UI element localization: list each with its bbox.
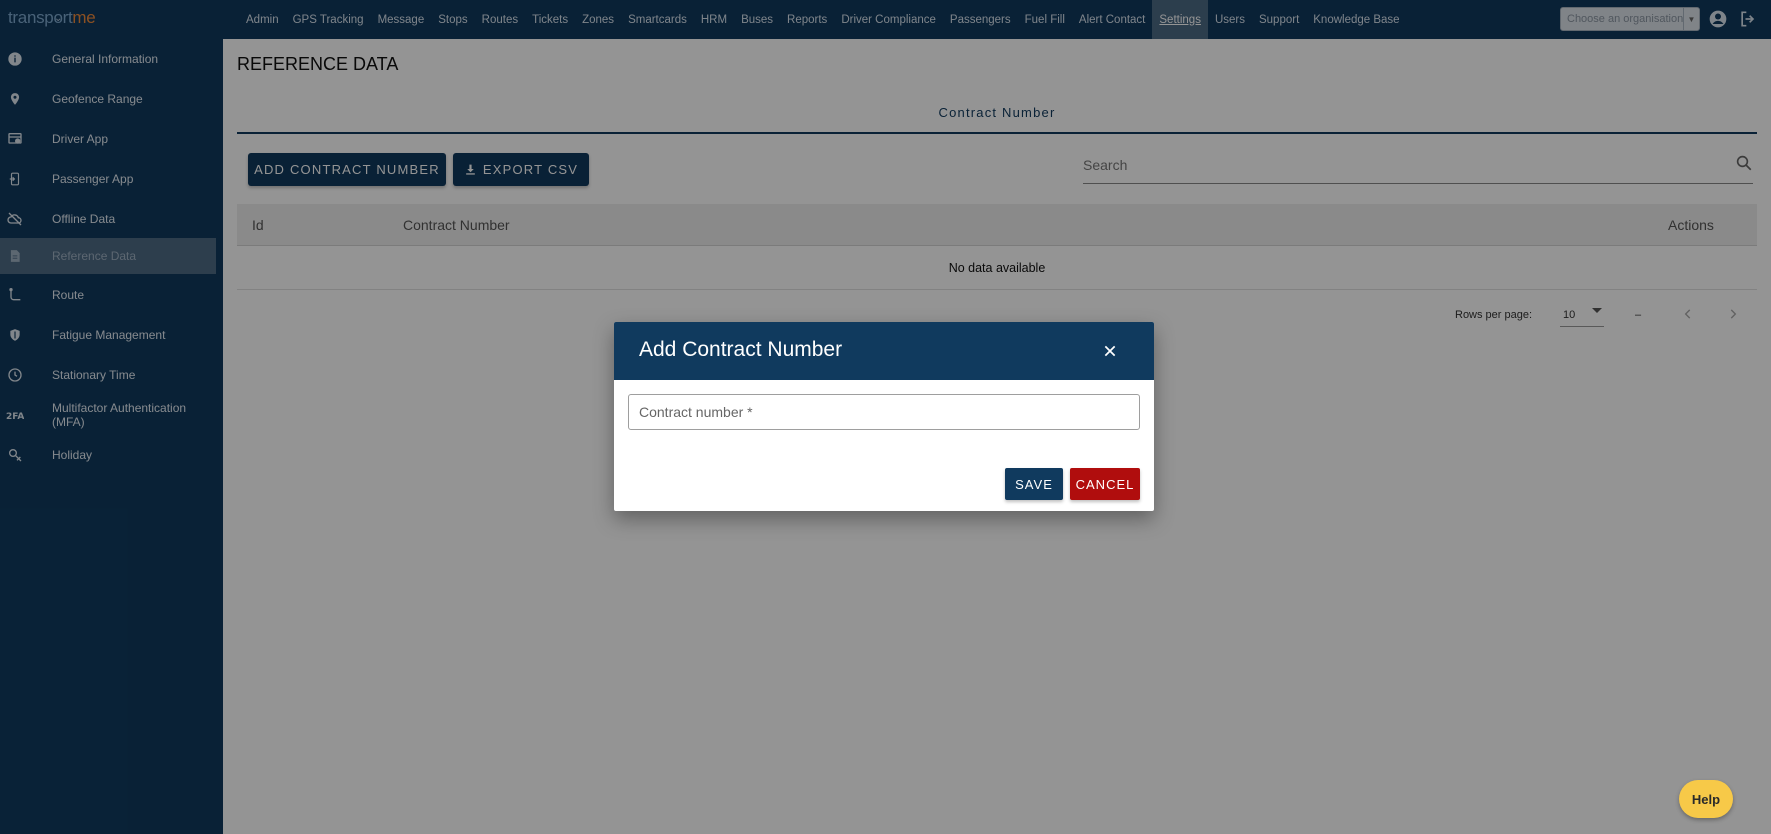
add-contract-number-dialog: Add Contract Number Save Cancel [614,322,1154,511]
close-icon[interactable] [1098,339,1122,363]
help-button-label: Help [1691,791,1721,807]
help-button[interactable]: Help [1679,780,1733,818]
save-button[interactable]: Save [1005,468,1063,500]
dialog-header: Add Contract Number [614,322,1154,380]
cancel-button-label: Cancel [1075,476,1135,492]
contract-number-field [628,394,1140,430]
dialog-title: Add Contract Number [639,338,843,361]
contract-number-input[interactable] [639,401,1129,423]
cancel-button[interactable]: Cancel [1070,468,1140,500]
save-button-label: Save [1015,476,1053,492]
